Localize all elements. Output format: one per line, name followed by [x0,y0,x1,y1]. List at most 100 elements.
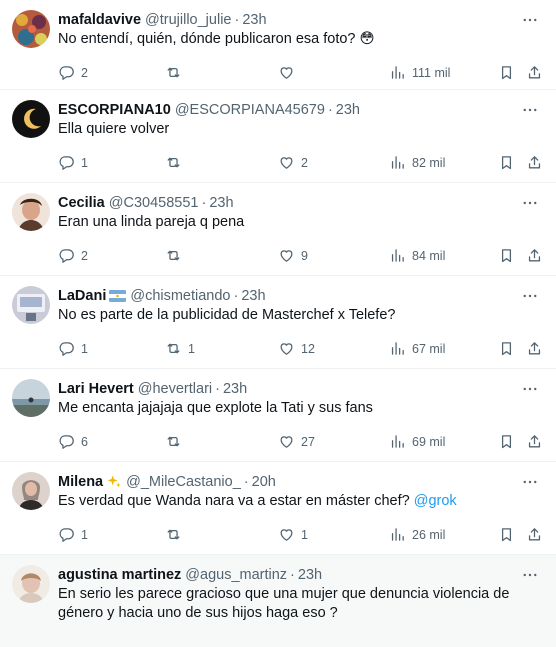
heart-icon [280,250,293,262]
user-handle[interactable]: @C30458551 [109,195,199,211]
more-options-icon[interactable] [520,10,540,30]
share-icon [528,528,541,541]
avatar[interactable] [12,193,50,231]
timestamp[interactable]: 23h [242,12,266,28]
reply-icon [59,249,74,263]
share-icon [528,435,541,448]
user-handle[interactable]: @agus_martinz [185,567,287,583]
like-count: 9 [301,248,308,263]
more-options-icon[interactable] [520,472,540,492]
like-button[interactable]: 27 [278,433,315,450]
user-handle[interactable]: @trujillo_julie [145,12,231,28]
retweet-icon [167,67,180,78]
reply-text: Ella quiere volver [58,120,540,139]
reply-header: mafaldavive @trujillo_julie · 23h [58,10,540,30]
mention-link[interactable]: @grok [414,493,457,509]
view-count: 82 mil [412,155,446,170]
reply-item[interactable]: Lari Hevert @hevertlari · 23h Me encanta… [0,369,556,462]
share-button[interactable] [526,526,543,543]
bookmark-button[interactable] [498,64,515,81]
reply-button[interactable]: 2 [58,64,88,81]
views-button[interactable]: 26 mil [389,526,445,543]
views-button[interactable]: 67 mil [389,340,445,357]
share-button[interactable] [526,433,543,450]
bookmark-button[interactable] [498,433,515,450]
retweet-button[interactable]: 1 [165,340,195,357]
reply-button[interactable]: 2 [58,247,88,264]
reply-button[interactable]: 6 [58,433,88,450]
share-button[interactable] [526,247,543,264]
views-button[interactable]: 69 mil [389,433,445,450]
avatar[interactable] [12,10,50,48]
reply-button[interactable]: 1 [58,154,88,171]
reply-item[interactable]: mafaldavive @trujillo_julie · 23h No ent… [0,0,556,90]
share-button[interactable] [526,64,543,81]
retweet-button[interactable] [165,247,188,264]
more-options-icon[interactable] [520,286,540,306]
timestamp[interactable]: 23h [209,195,233,211]
views-button[interactable]: 111 mil [389,64,450,81]
more-options-icon[interactable] [520,565,540,585]
retweet-icon [167,157,180,168]
display-name[interactable]: Cecilia [58,195,105,211]
more-options-icon[interactable] [520,379,540,399]
reply-text: No es parte de la publicidad de Masterch… [58,306,540,325]
display-name[interactable]: mafaldavive [58,12,141,28]
timestamp[interactable]: 23h [241,288,265,304]
bookmark-button[interactable] [498,340,515,357]
retweet-button[interactable] [165,433,188,450]
share-button[interactable] [526,154,543,171]
retweet-button[interactable] [165,154,188,171]
user-handle[interactable]: @chismetiando [130,288,230,304]
heart-icon [280,157,293,169]
retweet-button[interactable] [165,526,188,543]
heart-icon [280,67,293,79]
like-button[interactable]: 2 [278,154,308,171]
reply-item[interactable]: ESCORPIANA10 @ESCORPIANA45679 · 23h Ella… [0,90,556,183]
avatar[interactable] [12,379,50,417]
heart-icon [280,343,293,355]
timestamp[interactable]: 23h [336,102,360,118]
separator-dot: · [290,567,295,583]
like-button[interactable]: 1 [278,526,308,543]
avatar[interactable] [12,472,50,510]
user-handle[interactable]: @hevertlari [138,381,212,397]
name-badge [106,474,122,490]
display-name[interactable]: LaDani [58,288,106,304]
bookmark-button[interactable] [498,526,515,543]
display-name[interactable]: Lari Hevert [58,381,134,397]
reply-header: ESCORPIANA10 @ESCORPIANA45679 · 23h [58,100,540,120]
views-button[interactable]: 82 mil [389,154,445,171]
user-handle[interactable]: @ESCORPIANA45679 [175,102,325,118]
reply-item[interactable]: Cecilia @C30458551 · 23h Eran una linda … [0,183,556,276]
avatar[interactable] [12,565,50,603]
user-handle[interactable]: @_MileCastanio_ [126,474,241,490]
bookmark-button[interactable] [498,247,515,264]
like-button[interactable]: 12 [278,340,315,357]
display-name[interactable]: agustina martinez [58,567,181,583]
reply-count: 6 [81,434,88,449]
views-button[interactable]: 84 mil [389,247,445,264]
more-options-icon[interactable] [520,193,540,213]
timestamp[interactable]: 23h [298,567,322,583]
timestamp[interactable]: 20h [252,474,276,490]
display-name[interactable]: ESCORPIANA10 [58,102,171,118]
like-button[interactable] [278,64,301,81]
like-button[interactable]: 9 [278,247,308,264]
reply-button[interactable]: 1 [58,526,88,543]
retweet-button[interactable] [165,64,188,81]
reply-item[interactable]: Milena @_MileCastanio_ · 20h Es verdad q… [0,462,556,555]
bookmark-button[interactable] [498,154,515,171]
reply-item[interactable]: LaDani @chismetiando · 23h No es parte d… [0,276,556,369]
reply-button[interactable]: 1 [58,340,88,357]
display-name[interactable]: Milena [58,474,103,490]
avatar[interactable] [12,100,50,138]
retweet-icon [167,250,180,261]
share-button[interactable] [526,340,543,357]
reply-icon [59,342,74,356]
avatar[interactable] [12,286,50,324]
timestamp[interactable]: 23h [223,381,247,397]
like-count: 2 [301,155,308,170]
reply-item[interactable]: agustina martinez @agus_martinz · 23h En… [0,555,556,647]
more-options-icon[interactable] [520,100,540,120]
